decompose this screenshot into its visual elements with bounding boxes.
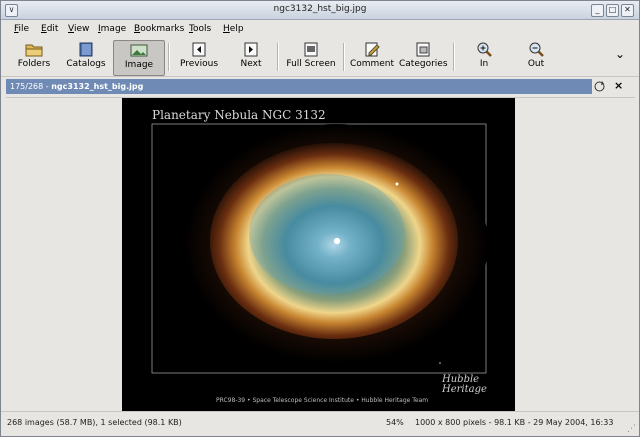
zoom-out-label: Out [527,59,545,69]
nebula-photo: Planetary Nebula NGC 3132 PRC98-39 • Spa… [122,98,515,413]
main-toolbar: Folders Catalogs Image Previous Next Ful… [1,39,639,77]
menu-edit[interactable]: Edit [41,24,58,34]
comment-icon [365,42,380,57]
maximize-button[interactable]: □ [606,4,619,17]
menu-help[interactable]: Help [223,24,244,34]
full-screen-button[interactable]: Full Screen [284,40,338,74]
previous-label: Previous [179,59,219,69]
photo-credit: PRC98-39 • Space Telescope Science Insti… [216,397,429,404]
next-label: Next [240,59,262,69]
title-bar[interactable]: ∨ ngc3132_hst_big.jpg _ □ ✕ [1,1,639,20]
menu-bar: File Edit View Image Bookmarks Tools Hel… [1,20,639,38]
comment-label: Comment [349,59,395,69]
catalog-icon [79,42,93,57]
toolbar-separator [453,43,455,71]
zoom-in-label: In [479,59,489,69]
folders-button[interactable]: Folders [9,40,59,74]
app-window: ∨ ngc3132_hst_big.jpg _ □ ✕ File Edit Vi… [0,0,640,437]
menu-image[interactable]: Image [98,24,126,34]
next-icon [244,42,258,57]
image-label: Image [124,60,154,70]
comment-button[interactable]: Comment [349,40,395,74]
image-viewer[interactable]: Planetary Nebula NGC 3132 PRC98-39 • Spa… [6,97,635,413]
close-image-icon[interactable]: × [614,79,623,92]
previous-icon [192,42,206,57]
image-path-bar: 175/268 - ngc3132_hst_big.jpg [6,79,592,94]
nebula-image [122,98,515,413]
full-screen-label: Full Screen [286,59,336,69]
hubble-heritage-logo: Hubble Heritage [442,374,487,395]
status-summary: 268 images (58.7 MB), 1 selected (98.1 K… [7,418,182,427]
image-view-button[interactable]: Image [113,40,165,76]
window-title: ngc3132_hst_big.jpg [273,4,367,14]
image-filename: ngc3132_hst_big.jpg [51,82,144,91]
zoom-out-button[interactable]: Out [519,40,553,74]
categories-button[interactable]: Categories [399,40,448,74]
photo-title: Planetary Nebula NGC 3132 [152,108,326,122]
status-image-info: 1000 x 800 pixels - 98.1 KB - 29 May 200… [415,418,614,427]
folder-icon [25,44,43,57]
zoom-in-button[interactable]: In [467,40,501,74]
image-position: 175/268 [10,82,44,91]
resize-grip-icon[interactable]: ⋰ [627,424,636,434]
toolbar-separator [168,43,170,71]
catalogs-button[interactable]: Catalogs [61,40,111,74]
image-icon [130,44,148,57]
next-button[interactable]: Next [231,40,271,74]
zoom-in-icon [477,42,492,57]
folders-label: Folders [17,59,51,69]
zoom-out-icon [529,42,544,57]
close-window-button[interactable]: ✕ [621,4,634,17]
menu-file[interactable]: File [14,24,29,34]
status-bar: 268 images (58.7 MB), 1 selected (98.1 K… [1,411,639,436]
menu-tools[interactable]: Tools [189,24,211,34]
toolbar-separator [277,43,279,71]
status-zoom: 54% [386,418,404,427]
categories-icon [416,42,430,57]
full-screen-icon [304,42,318,57]
menu-bookmarks[interactable]: Bookmarks [134,24,184,34]
rotate-icon[interactable] [593,80,606,93]
previous-button[interactable]: Previous [175,40,223,74]
categories-label: Categories [399,59,448,69]
catalogs-label: Catalogs [66,59,106,69]
toolbar-separator [343,43,345,71]
minimize-button[interactable]: _ [591,4,604,17]
menu-view[interactable]: View [68,24,89,34]
toolbar-overflow-button[interactable]: ⌄ [613,47,627,81]
